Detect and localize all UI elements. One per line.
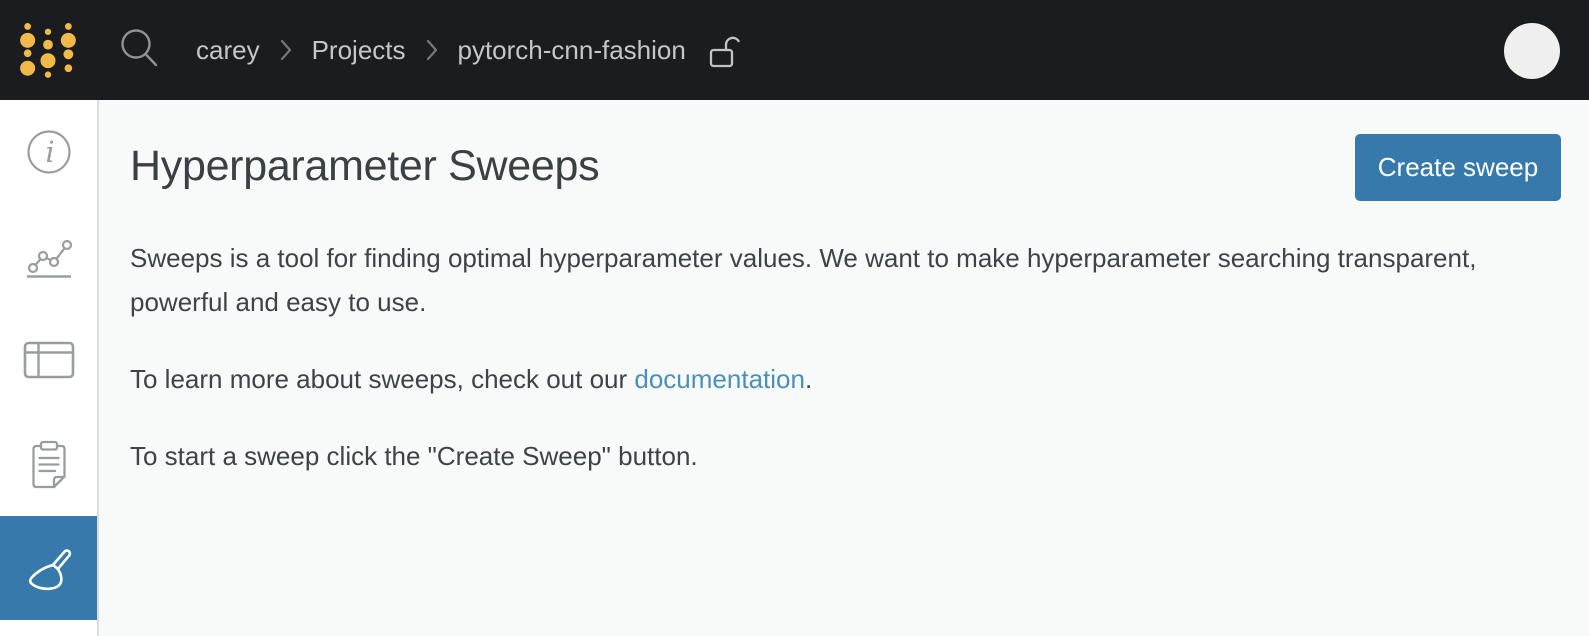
sidebar-item-overview[interactable]: i [0,100,97,204]
documentation-link[interactable]: documentation [634,364,805,394]
start-sweep-paragraph: To start a sweep click the "Create Sweep… [130,441,698,471]
sidebar-item-notes[interactable] [0,412,97,516]
clipboard-icon [31,440,66,489]
docs-paragraph-suffix: . [804,364,813,394]
svg-text:i: i [45,135,54,169]
breadcrumb-project-name[interactable]: pytorch-cnn-fashion [458,35,686,66]
project-sidebar: i [0,100,99,636]
search-button[interactable] [114,22,166,76]
info-icon: i [26,130,71,174]
breadcrumb: carey Projects pytorch-cnn-fashion [196,0,743,100]
page-title: Hyperparameter Sweeps [130,142,600,190]
chevron-right-icon [425,37,439,63]
sweeps-description: Sweeps is a tool for finding optimal hyp… [130,236,1530,511]
sidebar-item-table[interactable] [0,308,97,412]
top-navigation-bar: carey Projects pytorch-cnn-fashion [0,0,1589,100]
sidebar-item-charts[interactable] [0,204,97,308]
sweeps-page: Hyperparameter Sweeps Create sweep Sweep… [99,100,1589,636]
intro-paragraph: Sweeps is a tool for finding optimal hyp… [130,243,1477,317]
docs-paragraph: To learn more about sweeps, check out ou… [130,357,1530,401]
unlocked-padlock-icon [709,33,743,69]
breadcrumb-entity[interactable]: carey [196,35,260,66]
docs-paragraph-prefix: To learn more about sweeps, check out ou… [130,364,635,394]
broom-icon [28,549,71,591]
sidebar-item-sweeps[interactable] [0,516,97,620]
table-icon [23,341,74,379]
chevron-right-icon [279,37,293,63]
breadcrumb-projects[interactable]: Projects [312,35,406,66]
user-avatar[interactable] [1504,23,1560,79]
create-sweep-button[interactable]: Create sweep [1355,134,1561,201]
search-icon [121,29,158,67]
wandb-logo-icon[interactable] [20,20,76,80]
line-chart-icon [26,239,72,278]
